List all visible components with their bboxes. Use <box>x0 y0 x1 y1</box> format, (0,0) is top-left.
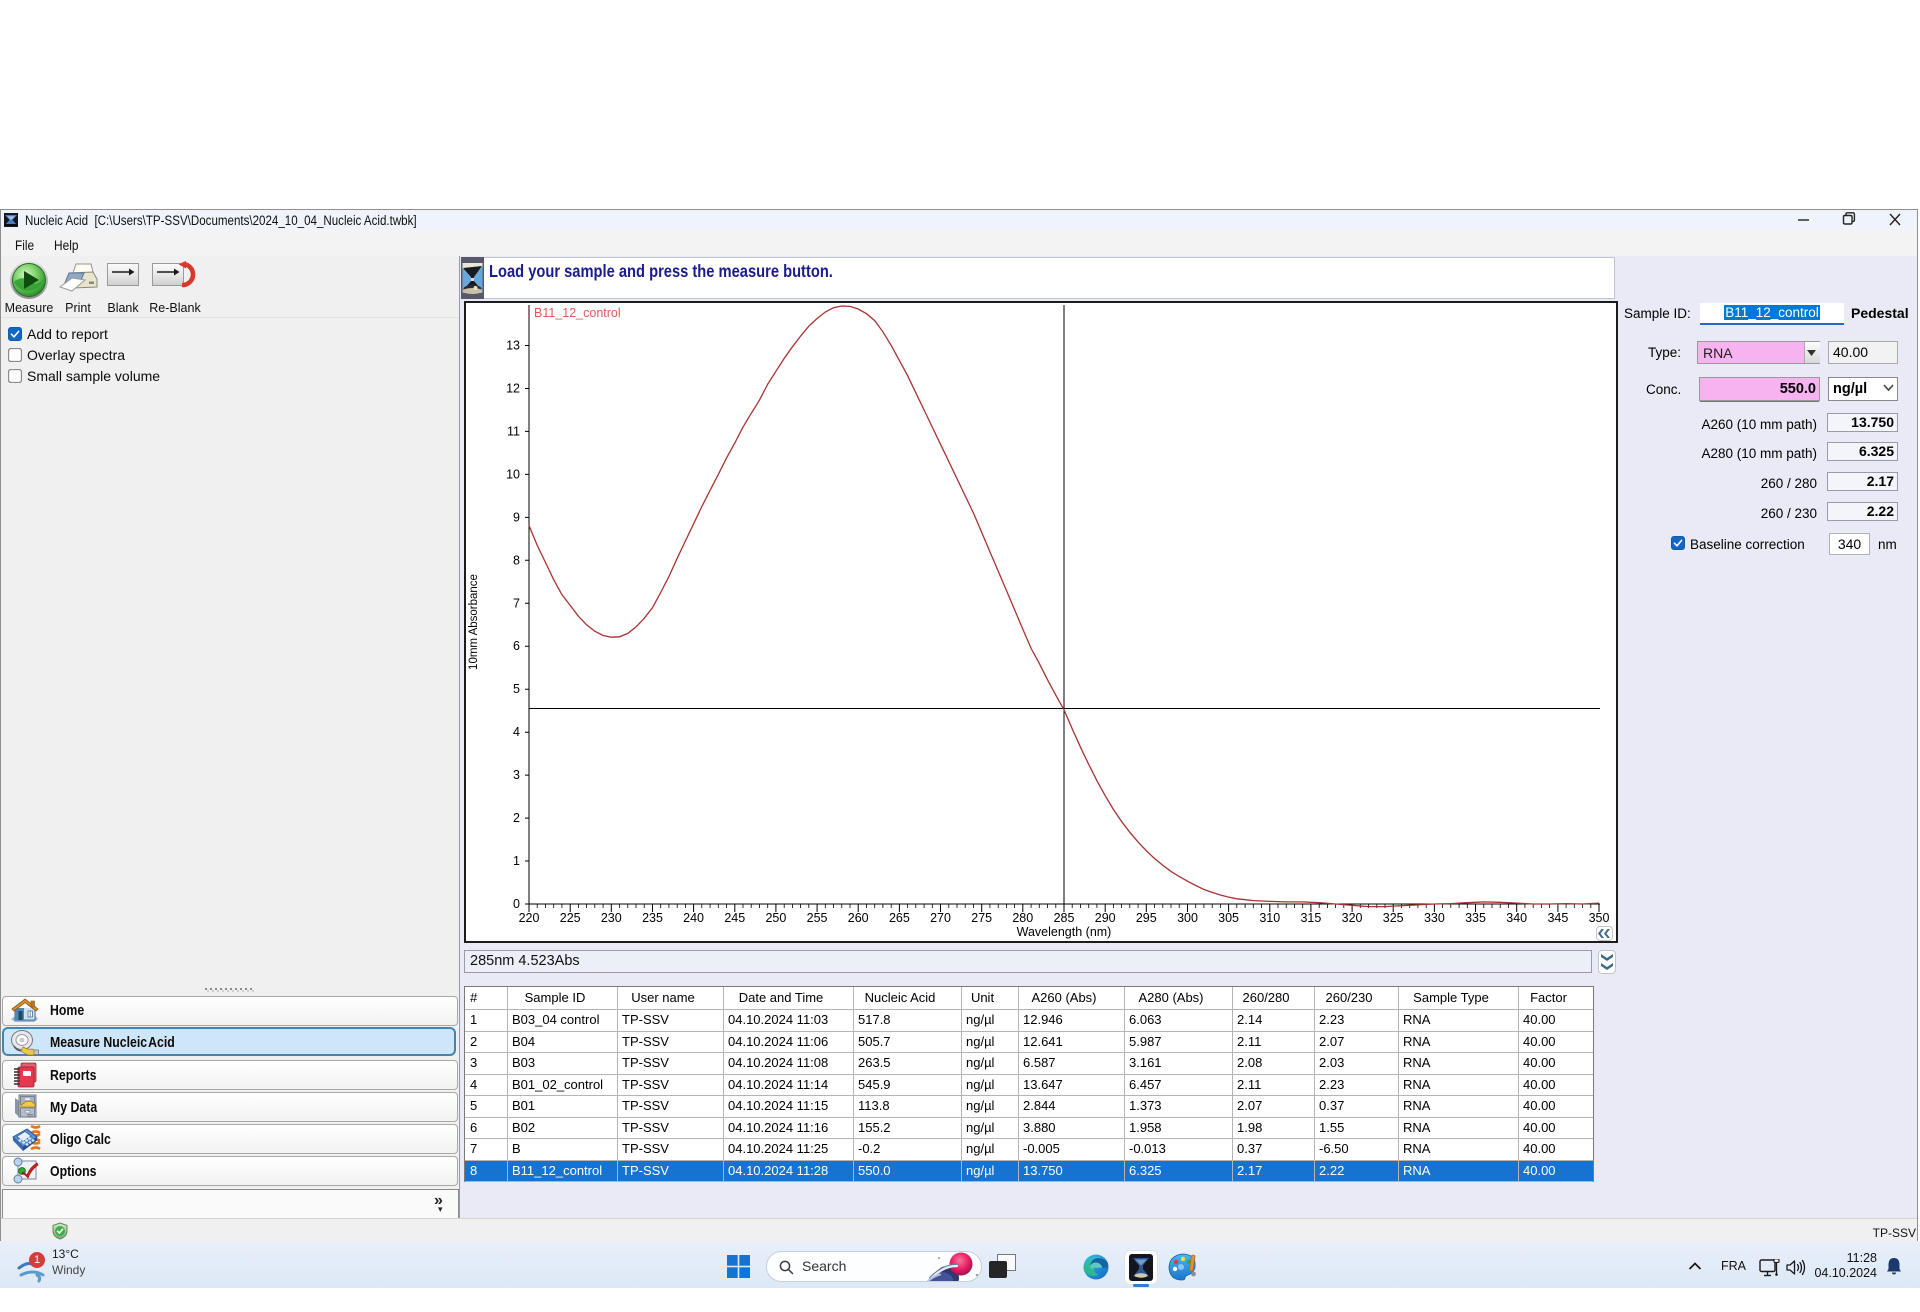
svg-text:1: 1 <box>513 854 520 868</box>
svg-text:B11_12_control: B11_12_control <box>534 306 621 320</box>
svg-text:3: 3 <box>513 768 520 782</box>
svg-text:235: 235 <box>642 911 663 925</box>
svg-text:250: 250 <box>765 911 786 925</box>
svg-text:220: 220 <box>519 911 540 925</box>
svg-text:310: 310 <box>1259 911 1280 925</box>
svg-text:325: 325 <box>1383 911 1404 925</box>
svg-text:225: 225 <box>560 911 581 925</box>
svg-text:10mm Absorbance: 10mm Absorbance <box>468 574 480 670</box>
svg-text:0: 0 <box>513 897 520 911</box>
svg-text:8: 8 <box>513 553 520 567</box>
svg-text:10: 10 <box>506 467 520 481</box>
svg-text:4: 4 <box>513 725 520 739</box>
svg-text:285: 285 <box>1054 911 1075 925</box>
svg-text:9: 9 <box>513 510 520 524</box>
svg-text:265: 265 <box>889 911 910 925</box>
svg-text:270: 270 <box>930 911 951 925</box>
svg-text:320: 320 <box>1342 911 1363 925</box>
svg-text:245: 245 <box>724 911 745 925</box>
svg-text:11: 11 <box>507 424 520 438</box>
svg-text:335: 335 <box>1465 911 1486 925</box>
svg-text:350: 350 <box>1589 911 1610 925</box>
svg-text:345: 345 <box>1547 911 1568 925</box>
svg-text:330: 330 <box>1424 911 1445 925</box>
svg-text:315: 315 <box>1300 911 1321 925</box>
svg-text:290: 290 <box>1095 911 1116 925</box>
svg-text:255: 255 <box>807 911 828 925</box>
svg-text:305: 305 <box>1218 911 1239 925</box>
svg-text:260: 260 <box>848 911 869 925</box>
svg-text:13: 13 <box>506 339 520 353</box>
svg-text:2: 2 <box>513 811 520 825</box>
svg-text:5: 5 <box>513 682 520 696</box>
svg-text:230: 230 <box>601 911 622 925</box>
svg-text:300: 300 <box>1177 911 1198 925</box>
svg-text:7: 7 <box>513 596 520 610</box>
svg-text:295: 295 <box>1136 911 1157 925</box>
svg-text:6: 6 <box>513 639 520 653</box>
svg-text:280: 280 <box>1012 911 1033 925</box>
svg-text:Wavelength (nm): Wavelength (nm) <box>1017 925 1112 939</box>
svg-text:275: 275 <box>971 911 992 925</box>
svg-text:340: 340 <box>1506 911 1527 925</box>
svg-text:12: 12 <box>506 382 520 396</box>
svg-text:240: 240 <box>683 911 704 925</box>
